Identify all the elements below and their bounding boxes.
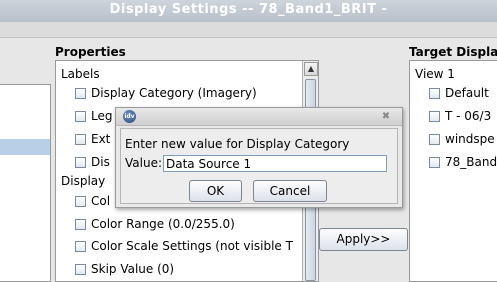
- property-checkbox[interactable]: [75, 88, 86, 99]
- apply-button[interactable]: Apply>>: [319, 228, 408, 251]
- property-checkbox[interactable]: [75, 134, 86, 145]
- property-label: Color Range (0.0/255.0): [91, 217, 235, 231]
- target-label: 78_Band: [445, 155, 497, 169]
- toolbar-strip: [0, 22, 497, 38]
- dialog-prompt: Enter new value for Display Category: [125, 137, 350, 151]
- property-row[interactable]: Dis: [75, 155, 110, 169]
- ok-button[interactable]: OK: [189, 180, 242, 202]
- property-checkbox[interactable]: [75, 157, 86, 168]
- target-row[interactable]: Default: [429, 86, 489, 100]
- property-row[interactable]: Display Category (Imagery): [75, 86, 257, 100]
- cancel-button-label: Cancel: [269, 184, 311, 198]
- input-dialog[interactable]: idv ✖ Enter new value for Display Catego…: [115, 107, 403, 208]
- scroll-up-arrow-icon[interactable]: ▲: [304, 62, 318, 76]
- property-label: Display Category (Imagery): [91, 86, 257, 100]
- property-label: Leg: [91, 109, 113, 123]
- target-display-heading: Target Display: [409, 45, 497, 59]
- target-checkbox[interactable]: [429, 157, 440, 168]
- property-label: Col: [91, 194, 111, 208]
- property-row[interactable]: Color Range (0.0/255.0): [75, 217, 235, 231]
- property-label: Dis: [91, 155, 110, 169]
- target-checkbox[interactable]: [429, 88, 440, 99]
- property-row[interactable]: Ext: [75, 132, 110, 146]
- property-row[interactable]: Color Scale Settings (not visible T: [75, 239, 293, 253]
- labels-group-label: Labels: [61, 67, 100, 81]
- property-label: Skip Value (0): [91, 262, 175, 276]
- dialog-close-icon[interactable]: ✖: [378, 109, 394, 124]
- left-list-panel[interactable]: [0, 84, 51, 282]
- property-label: Color Scale Settings (not visible T: [91, 239, 293, 253]
- property-checkbox[interactable]: [75, 241, 86, 252]
- value-label: Value:: [125, 156, 162, 170]
- property-row[interactable]: Skip Value (0): [75, 262, 174, 276]
- properties-heading: Properties: [55, 45, 126, 59]
- window-title: Display Settings -- 78_Band1_BRIT -: [109, 2, 388, 17]
- property-label: Ext: [91, 132, 111, 146]
- ok-button-label: OK: [206, 184, 225, 198]
- display-group-label: Display: [61, 174, 106, 188]
- target-row[interactable]: T - 06/3: [429, 109, 491, 123]
- property-checkbox[interactable]: [75, 264, 86, 275]
- target-display-panel[interactable]: View 1 Default T - 06/3 windspe 78_Band: [409, 60, 497, 282]
- property-row[interactable]: Leg: [75, 109, 112, 123]
- cancel-button[interactable]: Cancel: [253, 180, 327, 202]
- target-checkbox[interactable]: [429, 111, 440, 122]
- target-row[interactable]: 78_Band: [429, 155, 497, 169]
- dialog-title-bar[interactable]: idv ✖: [116, 108, 402, 126]
- target-label: Default: [445, 86, 489, 100]
- window-title-bar: Display Settings -- 78_Band1_BRIT -: [0, 0, 497, 22]
- view-label: View 1: [415, 67, 455, 81]
- target-row[interactable]: windspe: [429, 132, 495, 146]
- dialog-content: Enter new value for Display Category Val…: [120, 128, 398, 204]
- property-checkbox[interactable]: [75, 219, 86, 230]
- target-checkbox[interactable]: [429, 134, 440, 145]
- target-label: T - 06/3: [445, 109, 492, 123]
- value-input[interactable]: Data Source 1: [163, 155, 387, 172]
- target-label: windspe: [445, 132, 495, 146]
- property-checkbox[interactable]: [75, 196, 86, 207]
- apply-button-label: Apply>>: [336, 232, 391, 246]
- left-list-selected-row[interactable]: [0, 139, 50, 155]
- app-logo-icon: idv: [123, 110, 136, 123]
- property-checkbox[interactable]: [75, 111, 86, 122]
- property-row[interactable]: Col: [75, 194, 110, 208]
